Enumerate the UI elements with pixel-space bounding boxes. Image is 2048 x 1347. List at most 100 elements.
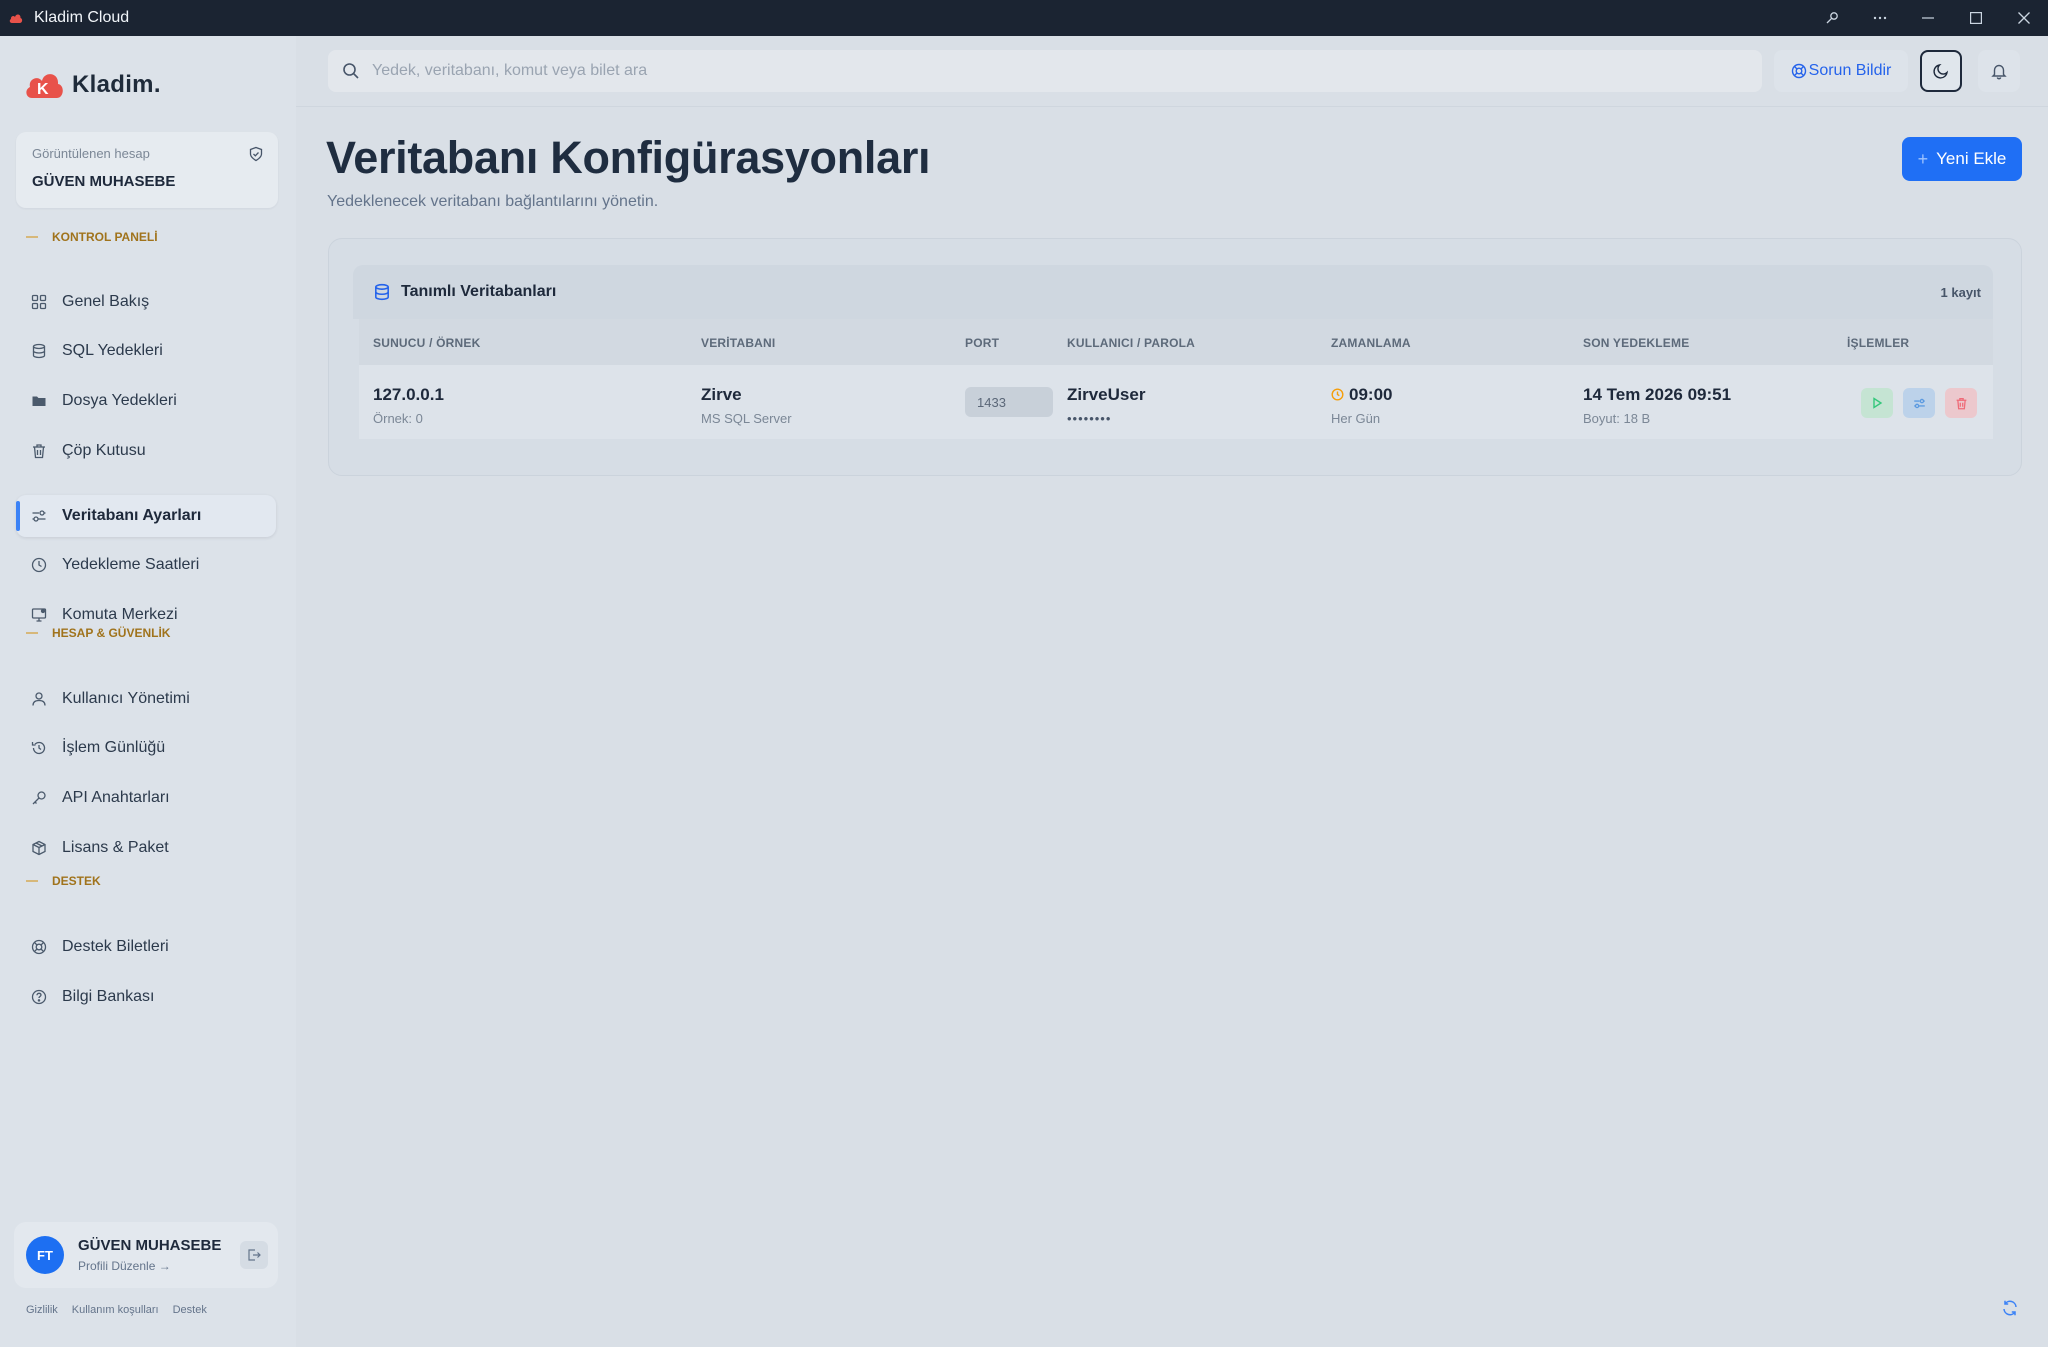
grid-icon bbox=[30, 293, 48, 311]
privacy-link[interactable]: Gizlilik bbox=[26, 1304, 58, 1316]
bell-icon bbox=[1991, 64, 2007, 80]
databases-panel: Tanımlı Veritabanları 1 kayıt SUNUCU / Ö… bbox=[328, 238, 2022, 476]
sidebar-item-label: Destek Biletleri bbox=[62, 938, 169, 955]
app-logo-icon bbox=[6, 8, 26, 28]
sidebar-item-label: İşlem Günlüğü bbox=[62, 739, 166, 756]
edit-config-button[interactable] bbox=[1903, 388, 1935, 418]
sidebar: K Kladim. Görüntülenen hesap GÜVEN MUHAS… bbox=[0, 36, 296, 1347]
logout-button[interactable] bbox=[240, 1241, 268, 1269]
account-label: Görüntülenen hesap bbox=[32, 146, 150, 161]
report-issue-button[interactable]: Sorun Bildir bbox=[1774, 50, 1908, 92]
sidebar-item-trash[interactable]: Çöp Kutusu bbox=[16, 430, 276, 472]
key-icon bbox=[30, 789, 48, 807]
search-input[interactable] bbox=[372, 62, 1672, 80]
schedule-time-cell: 09:00 bbox=[1331, 385, 1392, 405]
sidebar-item-label: Genel Bakış bbox=[62, 293, 150, 310]
schedule-frequency: Her Gün bbox=[1331, 411, 1381, 426]
sidebar-item-label: Yedekleme Saatleri bbox=[62, 556, 200, 573]
sidebar-item-label: Bilgi Bankası bbox=[62, 988, 155, 1005]
db-username: ZirveUser bbox=[1067, 385, 1146, 404]
add-new-label: Yeni Ekle bbox=[1936, 149, 2007, 168]
close-button[interactable] bbox=[2000, 0, 2048, 36]
database-name: Zirve bbox=[701, 385, 742, 404]
brand-logo[interactable]: K Kladim. bbox=[24, 68, 161, 102]
account-name: GÜVEN MUHASEBE bbox=[32, 173, 176, 190]
sidebar-item-sql-backups[interactable]: SQL Yedekleri bbox=[16, 330, 276, 372]
column-header-actions: İŞLEMLER bbox=[1847, 336, 1910, 350]
window-titlebar: Kladim Cloud bbox=[0, 0, 2048, 36]
sidebar-item-knowledge-base[interactable]: Bilgi Bankası bbox=[16, 976, 276, 1018]
column-header-server: SUNUCU / ÖRNEK bbox=[373, 336, 481, 350]
theme-toggle-button[interactable] bbox=[1920, 50, 1962, 92]
logout-icon bbox=[248, 1249, 261, 1261]
sliders-icon bbox=[1913, 398, 1925, 408]
clock-icon bbox=[1331, 388, 1344, 401]
sidebar-item-activity-log[interactable]: İşlem Günlüğü bbox=[16, 727, 276, 769]
edit-profile-link[interactable]: Profili Düzenle → bbox=[78, 1259, 221, 1273]
user-icon bbox=[30, 690, 48, 708]
kladim-logo-icon: K bbox=[26, 74, 63, 98]
sidebar-item-label: Kullanıcı Yönetimi bbox=[62, 690, 190, 707]
column-header-last-backup: SON YEDEKLEME bbox=[1583, 336, 1690, 350]
clock-icon bbox=[30, 556, 48, 574]
database-icon bbox=[30, 342, 48, 360]
column-header-port: PORT bbox=[965, 336, 1000, 350]
user-profile-card[interactable]: FT GÜVEN MUHASEBE Profili Düzenle → bbox=[14, 1222, 278, 1288]
column-header-schedule: ZAMANLAMA bbox=[1331, 336, 1411, 350]
plus-icon: + bbox=[1917, 148, 1929, 169]
section-account-security: HESAP & GÜVENLİK bbox=[26, 626, 170, 640]
more-icon[interactable] bbox=[1856, 0, 1904, 36]
maximize-button[interactable] bbox=[1952, 0, 2000, 36]
port-badge: 1433 bbox=[965, 387, 1053, 417]
add-new-button[interactable]: + Yeni Ekle bbox=[1902, 137, 2022, 181]
viewed-account-card[interactable]: Görüntülenen hesap GÜVEN MUHASEBE bbox=[16, 132, 278, 208]
refresh-icon bbox=[2003, 1300, 2017, 1316]
panel-title: Tanımlı Veritabanları bbox=[401, 283, 557, 300]
sidebar-item-users[interactable]: Kullanıcı Yönetimi bbox=[16, 678, 276, 720]
sidebar-item-api-keys[interactable]: API Anahtarları bbox=[16, 777, 276, 819]
sidebar-item-support-tickets[interactable]: Destek Biletleri bbox=[16, 926, 276, 968]
db-password-masked: •••••••• bbox=[1067, 411, 1112, 426]
sidebar-item-label: Lisans & Paket bbox=[62, 839, 169, 856]
last-backup-size: Boyut: 18 B bbox=[1583, 411, 1651, 426]
sidebar-item-database-settings[interactable]: Veritabanı Ayarları bbox=[16, 495, 276, 537]
sidebar-item-label: SQL Yedekleri bbox=[62, 342, 163, 359]
minimize-button[interactable] bbox=[1904, 0, 1952, 36]
global-search[interactable] bbox=[328, 50, 1762, 92]
notifications-button[interactable] bbox=[1978, 50, 2020, 92]
page-title: Veritabanı Konfigürasyonları bbox=[326, 132, 931, 183]
sidebar-item-license[interactable]: Lisans & Paket bbox=[16, 827, 276, 869]
window-title: Kladim Cloud bbox=[34, 9, 130, 26]
trash-icon bbox=[1956, 397, 1966, 409]
sidebar-item-label: Komuta Merkezi bbox=[62, 606, 178, 623]
schedule-time: 09:00 bbox=[1349, 385, 1393, 404]
database-engine: MS SQL Server bbox=[701, 411, 792, 426]
sidebar-item-label: Çöp Kutusu bbox=[62, 442, 146, 459]
refresh-button[interactable] bbox=[1996, 1294, 2024, 1322]
support-link[interactable]: Destek bbox=[173, 1304, 207, 1316]
report-issue-label: Sorun Bildir bbox=[1808, 62, 1892, 79]
sidebar-item-file-backups[interactable]: Dosya Yedekleri bbox=[16, 380, 276, 422]
run-backup-button[interactable] bbox=[1861, 388, 1893, 418]
database-icon bbox=[375, 283, 389, 301]
brand-name: Kladim. bbox=[72, 71, 161, 98]
table-row[interactable]: 127.0.0.1 Örnek: 0 Zirve MS SQL Server 1… bbox=[359, 365, 1993, 439]
sidebar-item-overview[interactable]: Genel Bakış bbox=[16, 281, 276, 323]
avatar: FT bbox=[26, 1236, 64, 1274]
column-header-credentials: KULLANICI / PAROLA bbox=[1067, 336, 1196, 350]
terms-link[interactable]: Kullanım koşulları bbox=[72, 1304, 159, 1316]
svg-text:K: K bbox=[37, 81, 49, 98]
delete-config-button[interactable] bbox=[1945, 388, 1977, 418]
sidebar-item-label: API Anahtarları bbox=[62, 789, 170, 806]
sliders-icon bbox=[30, 507, 48, 525]
folder-icon bbox=[30, 392, 48, 410]
sidebar-item-label: Veritabanı Ayarları bbox=[62, 507, 202, 524]
shield-check-icon bbox=[249, 146, 263, 162]
search-icon bbox=[343, 63, 359, 79]
server-address: 127.0.0.1 bbox=[373, 385, 444, 404]
lifebuoy-icon bbox=[30, 938, 48, 956]
devtools-icon[interactable] bbox=[1808, 0, 1856, 36]
sidebar-item-backup-schedules[interactable]: Yedekleme Saatleri bbox=[16, 544, 276, 586]
help-circle-icon bbox=[30, 988, 48, 1006]
moon-icon bbox=[1933, 63, 1949, 79]
